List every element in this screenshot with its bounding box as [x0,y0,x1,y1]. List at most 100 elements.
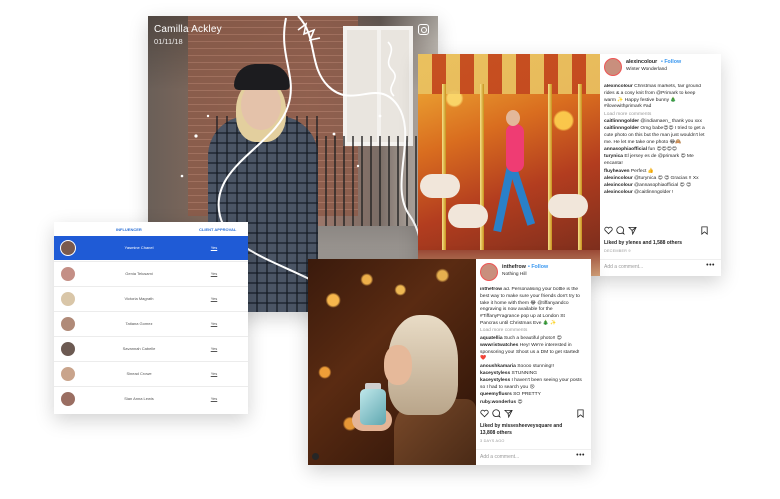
table-header: INFLUENCER CLIENT APPROVAL [54,222,248,236]
carousel-horse [420,174,460,198]
follow-button[interactable]: • Follow [528,264,548,270]
avatar [60,366,76,382]
client-approval-value[interactable]: Yes [204,396,224,401]
column-header-client-approval[interactable]: CLIENT APPROVAL [199,227,236,232]
avatar [60,266,76,282]
heart-icon[interactable] [604,226,613,235]
comment-username[interactable]: annasophiaofficial [604,147,647,152]
influencer-name: Savannah Cabelle [122,346,156,351]
table-row[interactable]: Sinead Crowe Yes [54,361,248,385]
carousel-horse [548,194,588,218]
influencer-name: Tatiana Gomez [125,321,153,326]
table-row[interactable]: Victoria Magrath Yes [54,286,248,310]
comment-username[interactable]: alexincolour [604,190,633,195]
post-location[interactable]: Winter Wonderland [626,67,667,72]
post-caption: inthefrow ad. Personalising your bottle … [480,287,584,328]
table-row[interactable]: Savannah Cabelle Yes [54,336,248,360]
client-approval-value[interactable]: Yes [204,346,224,351]
comment-username[interactable]: ruby.wonderlus [480,400,516,405]
table-row[interactable]: Sian Anna Lewis Yes [54,386,248,410]
comment-username[interactable]: fluyheaven [604,169,630,174]
share-icon[interactable] [504,409,513,418]
comment-username[interactable]: wwwristwatches [480,343,518,348]
comment-username[interactable]: alexincolour [604,176,633,181]
carousel-pole [442,84,446,254]
likes-count-others[interactable]: 13,808 others [480,430,512,436]
comment-text: Soooo stunning!! [517,363,554,369]
post-location[interactable]: Nothing Hill [502,272,527,277]
comment-username[interactable]: alexincolour [604,183,633,188]
add-comment-input[interactable]: Add a comment... [604,264,643,270]
post-date: 3 DAYS AGO [480,439,505,443]
likes-count[interactable]: Liked by missesheeveysquare and [480,423,562,429]
influencer-name: Genia Telusami [125,271,153,276]
comment: anoushkamaria Soooo stunning!! [480,364,584,371]
comment: turynica El jersey es de @primark 😍 Me e… [604,154,708,168]
follow-button[interactable]: • Follow [661,59,681,65]
figure-leg [508,166,536,226]
post-date: DECEMBER 9 [604,249,631,253]
comment: wwwristwatches Hey! We're interested in … [480,343,584,363]
post-author-username[interactable]: inthefrow [502,264,526,270]
post-author-avatar[interactable] [604,58,622,76]
bookmark-icon[interactable] [576,409,585,418]
post-actions [604,226,714,236]
face [384,345,412,385]
client-approval-value[interactable]: Yes [204,271,224,276]
post-caption: alexincolour Christmas markets, fair gro… [604,84,708,111]
comment-text: @turynica 😍 😍 Gracias !! Xx [634,175,699,181]
comments: caitlinnngolder @indiamaen_ thank you xx… [604,119,708,197]
more-options-icon[interactable]: ••• [706,262,715,269]
load-more-comments-link[interactable]: Load more comments [604,112,708,119]
post-photo-perfume[interactable] [308,259,476,465]
comment: alexincolour @caitlinnngolder ! [604,190,708,197]
load-more-comments-link[interactable]: Load more comments [480,328,584,335]
avatar [60,291,76,307]
comment-username[interactable]: anoushkamaria [480,364,516,369]
client-approval-value[interactable]: Yes [204,371,224,376]
column-header-influencer[interactable]: INFLUENCER [116,227,142,232]
add-comment-bar: Add a comment... ••• [600,259,721,273]
carousel-pole [548,84,552,254]
comment-username[interactable]: queemyflusrs [480,392,512,397]
post-author-username[interactable]: alexincolour [626,59,657,65]
comment-username[interactable]: kaceystyless [480,371,510,376]
post-author-avatar[interactable] [480,263,498,281]
table-row[interactable]: Genia Telusami Yes [54,261,248,285]
client-approval-value[interactable]: Yes [204,296,224,301]
instagram-camera-icon[interactable] [418,24,429,35]
comment: alexincolour @annasophiaofficial 😍 😍 [604,183,708,190]
comment: alexincolour @turynica 😍 😍 Gracias !! Xx [604,176,708,183]
tagged-user-icon[interactable] [312,453,319,460]
avatar [60,316,76,332]
comment-icon[interactable] [616,226,625,235]
caption-username[interactable]: alexincolour [604,84,633,89]
add-comment-bar: Add a comment... ••• [476,449,591,463]
post-photo-carousel[interactable] [418,54,600,276]
add-comment-input[interactable]: Add a comment... [480,454,519,460]
avatar [60,240,76,256]
comment-username[interactable]: caitlinnngolder [604,119,639,124]
client-approval-value[interactable]: Yes [204,245,224,250]
instagram-post-perfume: inthefrow • Follow Nothing Hill inthefro… [308,259,591,465]
share-icon[interactable] [628,226,637,235]
heart-icon[interactable] [480,409,489,418]
comment-username[interactable]: kaceystyless [480,378,510,383]
comment-text: 😍 [517,399,523,405]
post-sidebar: inthefrow • Follow Nothing Hill inthefro… [476,259,591,465]
client-approval-value[interactable]: Yes [204,321,224,326]
figure-jumper [506,124,524,172]
comment-icon[interactable] [492,409,501,418]
likes-count[interactable]: Liked by ylenes and 1,588 others [604,240,682,246]
comment-username[interactable]: aquatellia [480,336,503,341]
table-row[interactable]: Tatiana Gomez Yes [54,311,248,335]
caption-username[interactable]: inthefrow [480,287,502,292]
bookmark-icon[interactable] [700,226,709,235]
comment-username[interactable]: caitlinnngolder [604,126,639,131]
comments: aquatellia Such a beautiful photo!! 😍 www… [480,336,584,407]
comment-username[interactable]: turynica [604,154,623,159]
comment: kaceystyless STUNNING [480,371,584,378]
table-row[interactable]: Yasmine Chanel Yes [54,236,248,260]
more-options-icon[interactable]: ••• [576,452,585,459]
carousel-pole [578,84,582,254]
